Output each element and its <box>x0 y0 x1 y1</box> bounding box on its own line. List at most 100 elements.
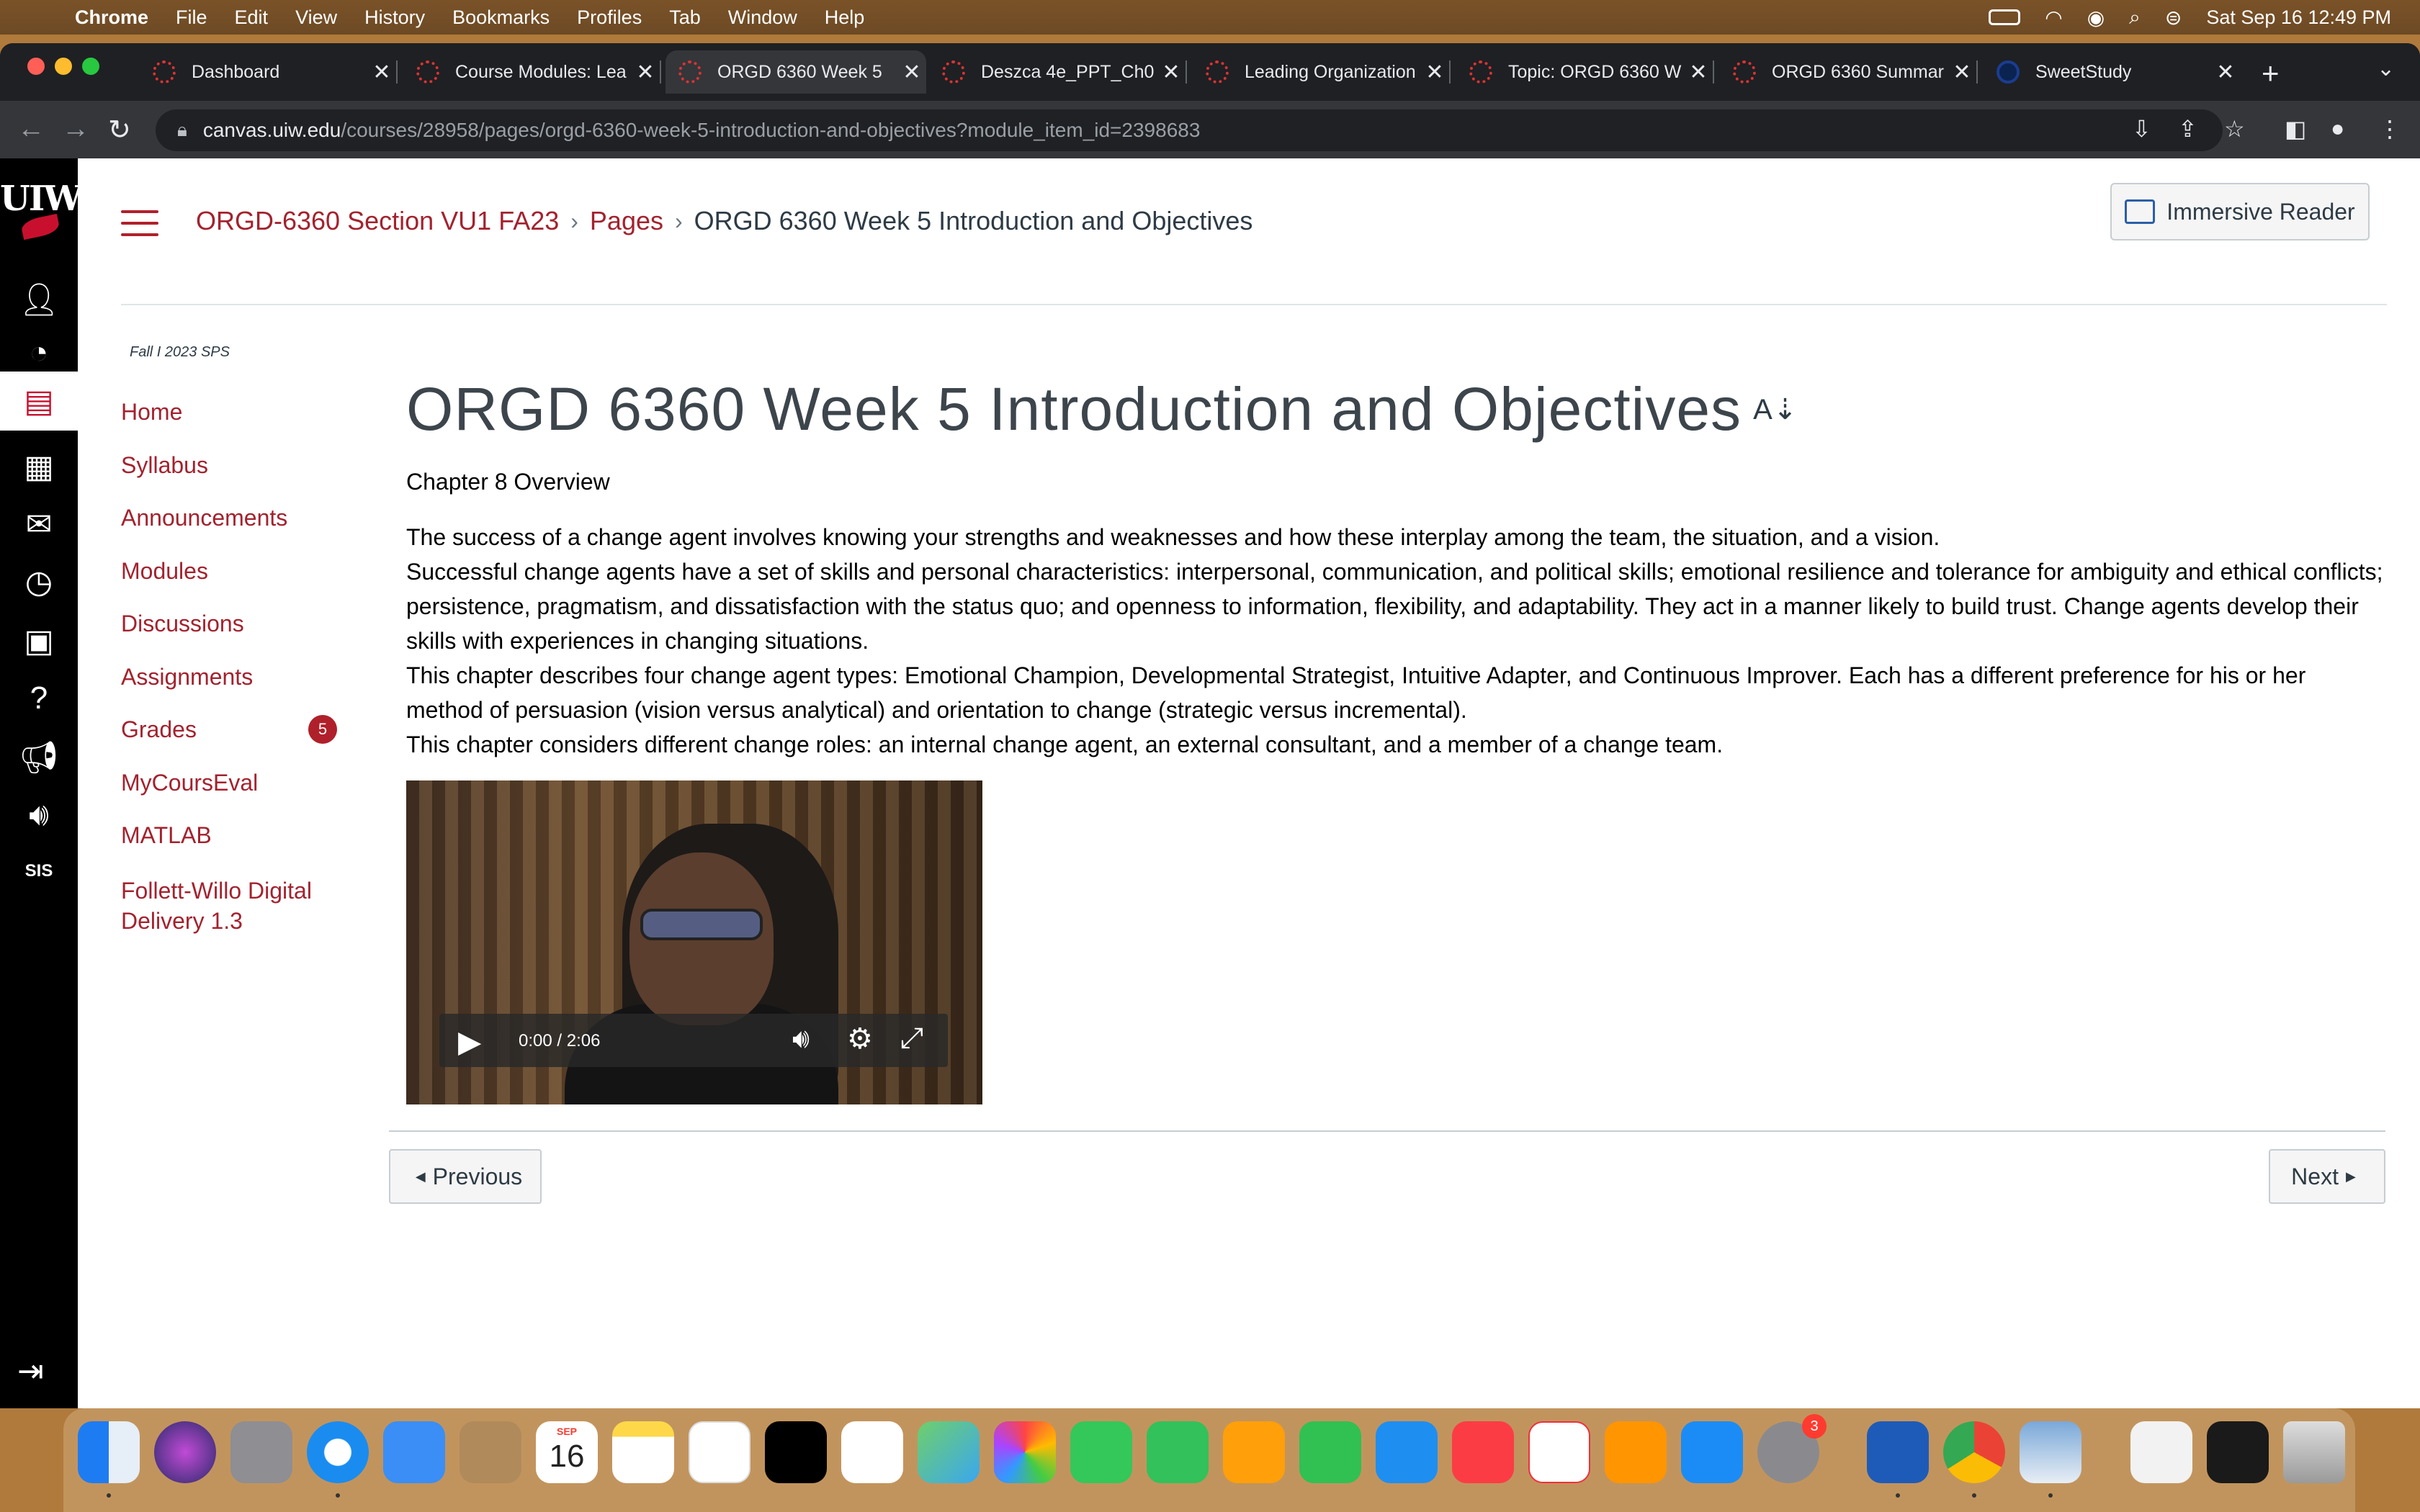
menu-profiles[interactable]: Profiles <box>577 6 642 29</box>
breadcrumb-pages-link[interactable]: Pages <box>590 206 663 236</box>
user-account-icon[interactable]: ◉ <box>2087 6 2105 30</box>
course-nav-modules[interactable]: Modules <box>121 548 351 601</box>
reload-icon[interactable]: ↻ <box>108 114 131 146</box>
lock-icon[interactable]: 🔒︎ <box>177 119 187 142</box>
bookmark-star-icon[interactable]: ☆ <box>2224 115 2245 143</box>
google-chrome-icon[interactable] <box>1943 1421 2005 1498</box>
tab-close-icon[interactable]: ✕ <box>897 60 926 85</box>
preview-icon[interactable] <box>2020 1421 2081 1498</box>
menu-file[interactable]: File <box>176 6 207 29</box>
back-icon[interactable]: ← <box>17 114 45 145</box>
settings-gear-icon[interactable]: ⚙ <box>847 1022 873 1056</box>
facetime-icon[interactable] <box>1147 1421 1209 1483</box>
tab-orgd-summary[interactable]: ORGD 6360 Summar ✕ <box>1720 50 1978 94</box>
tab-close-icon[interactable]: ✕ <box>1420 60 1449 85</box>
new-tab-icon[interactable]: + <box>2262 56 2280 91</box>
menu-chrome[interactable]: Chrome <box>75 6 148 29</box>
menu-history[interactable]: History <box>364 6 425 29</box>
course-nav-announcements[interactable]: Announcements <box>121 495 351 548</box>
address-bar[interactable]: 🔒︎ canvas.uiw.edu/courses/28958/pages/or… <box>156 109 2223 151</box>
help-icon[interactable]: ? <box>17 677 60 720</box>
freeform-icon[interactable] <box>689 1421 750 1483</box>
microsoft-word-icon[interactable] <box>1867 1421 1929 1498</box>
course-nav-assignments[interactable]: Assignments <box>121 654 351 707</box>
course-nav-grades[interactable]: Grades 5 <box>121 706 351 760</box>
mail-icon[interactable] <box>383 1421 445 1483</box>
tab-close-icon[interactable]: ✕ <box>1157 60 1186 85</box>
menu-window[interactable]: Window <box>728 6 797 29</box>
tab-dashboard[interactable]: Dashboard ✕ <box>140 50 398 94</box>
sis-icon[interactable]: SIS <box>17 850 60 893</box>
music-icon[interactable] <box>1452 1421 1514 1483</box>
finder-icon[interactable] <box>78 1421 140 1498</box>
pages-icon[interactable] <box>1223 1421 1285 1483</box>
hamburger-menu-icon[interactable] <box>121 210 158 236</box>
spotlight-search-icon[interactable]: ⌕ <box>2129 6 2141 30</box>
siri-icon[interactable] <box>154 1421 216 1483</box>
menubar-clock[interactable]: Sat Sep 16 12:49 PM <box>2206 6 2391 29</box>
launchpad-icon[interactable] <box>230 1421 292 1483</box>
docx-file-icon[interactable] <box>2130 1421 2192 1483</box>
menu-edit[interactable]: Edit <box>235 6 269 29</box>
dashboard-icon[interactable]: ◔ <box>17 331 60 374</box>
collapse-nav-icon[interactable]: ⇥ <box>17 1353 44 1390</box>
course-nav-mycourseval[interactable]: MyCoursEval <box>121 760 351 813</box>
course-nav-syllabus[interactable]: Syllabus <box>121 442 351 495</box>
menu-help[interactable]: Help <box>825 6 865 29</box>
keynote-icon[interactable] <box>1376 1421 1438 1483</box>
chrome-menu-icon[interactable]: ⋮ <box>2378 115 2401 143</box>
contacts-icon[interactable] <box>460 1421 521 1483</box>
window-close-button[interactable] <box>27 58 45 75</box>
books-icon[interactable] <box>1605 1421 1667 1483</box>
tab-topic-orgd[interactable]: Topic: ORGD 6360 W ✕ <box>1456 50 1714 94</box>
immersive-reader-button[interactable]: Immersive Reader <box>2110 183 2370 240</box>
window-zoom-button[interactable] <box>82 58 99 75</box>
account-icon[interactable]: 👤︎ <box>17 278 60 321</box>
photos-icon[interactable] <box>994 1421 1056 1483</box>
immersive-reader-title-icon[interactable]: A⇣ <box>1753 393 1798 426</box>
app-store-icon[interactable] <box>1681 1421 1743 1483</box>
menu-view[interactable]: View <box>295 6 337 29</box>
news-icon[interactable] <box>1528 1421 1590 1483</box>
calendar-icon[interactable]: ▦ <box>17 445 60 488</box>
course-nav-home[interactable]: Home <box>121 389 351 442</box>
volume-icon[interactable]: 🔊︎ <box>792 1024 810 1055</box>
course-nav-discussions[interactable]: Discussions <box>121 600 351 654</box>
tab-close-icon[interactable]: ✕ <box>367 60 396 85</box>
profile-avatar-icon[interactable]: ● <box>2331 115 2344 142</box>
maps-icon[interactable] <box>918 1421 980 1483</box>
tab-search-chevron-icon[interactable]: ⌄ <box>2377 56 2395 81</box>
wifi-icon[interactable]: ◠ <box>2045 6 2062 30</box>
tab-close-icon[interactable]: ✕ <box>2211 60 2240 85</box>
side-panel-icon[interactable]: ◧ <box>2285 115 2306 143</box>
tab-close-icon[interactable]: ✕ <box>1684 60 1713 85</box>
tab-orgd-week5-active[interactable]: ORGD 6360 Week 5 ✕ <box>666 50 926 94</box>
course-nav-follett[interactable]: Follett-Willo Digital Delivery 1.3 <box>121 865 351 934</box>
tab-course-modules[interactable]: Course Modules: Lea ✕ <box>403 50 661 94</box>
system-settings-icon[interactable]: 3 <box>1757 1414 1827 1483</box>
numbers-icon[interactable] <box>1299 1421 1361 1483</box>
trash-icon[interactable] <box>2283 1421 2345 1483</box>
inbox-icon[interactable]: ✉ <box>17 503 60 546</box>
messages-icon[interactable] <box>1070 1421 1132 1483</box>
uiw-logo[interactable]: UIW <box>0 179 82 219</box>
studio-icon[interactable]: ▣ <box>17 619 60 662</box>
play-icon[interactable]: ▶ <box>458 1024 481 1059</box>
reminders-icon[interactable] <box>841 1421 903 1483</box>
previous-button[interactable]: ◀ Previous <box>389 1149 542 1204</box>
courses-icon[interactable]: ▤ <box>0 372 78 431</box>
next-button[interactable]: Next ▶ <box>2269 1149 2385 1204</box>
control-center-icon[interactable]: ⊜ <box>2165 6 2182 30</box>
battery-icon[interactable] <box>1989 9 2021 25</box>
announcements-megaphone-icon[interactable]: 📢︎ <box>17 736 60 779</box>
tab-close-icon[interactable]: ✕ <box>1948 60 1976 85</box>
history-icon[interactable]: ◷ <box>17 560 60 603</box>
tab-sweetstudy[interactable]: SweetStudy ✕ <box>1984 50 2240 94</box>
apple-tv-icon[interactable] <box>765 1421 827 1483</box>
course-nav-matlab[interactable]: MATLAB <box>121 812 351 865</box>
safari-icon[interactable] <box>307 1421 369 1498</box>
video-player[interactable]: ▶ 0:00 / 2:06 🔊︎ ⚙ ⤢ <box>406 780 982 1104</box>
menu-tab[interactable]: Tab <box>669 6 701 29</box>
tab-close-icon[interactable]: ✕ <box>631 60 660 85</box>
install-app-icon[interactable]: ⇩ <box>2132 115 2151 143</box>
